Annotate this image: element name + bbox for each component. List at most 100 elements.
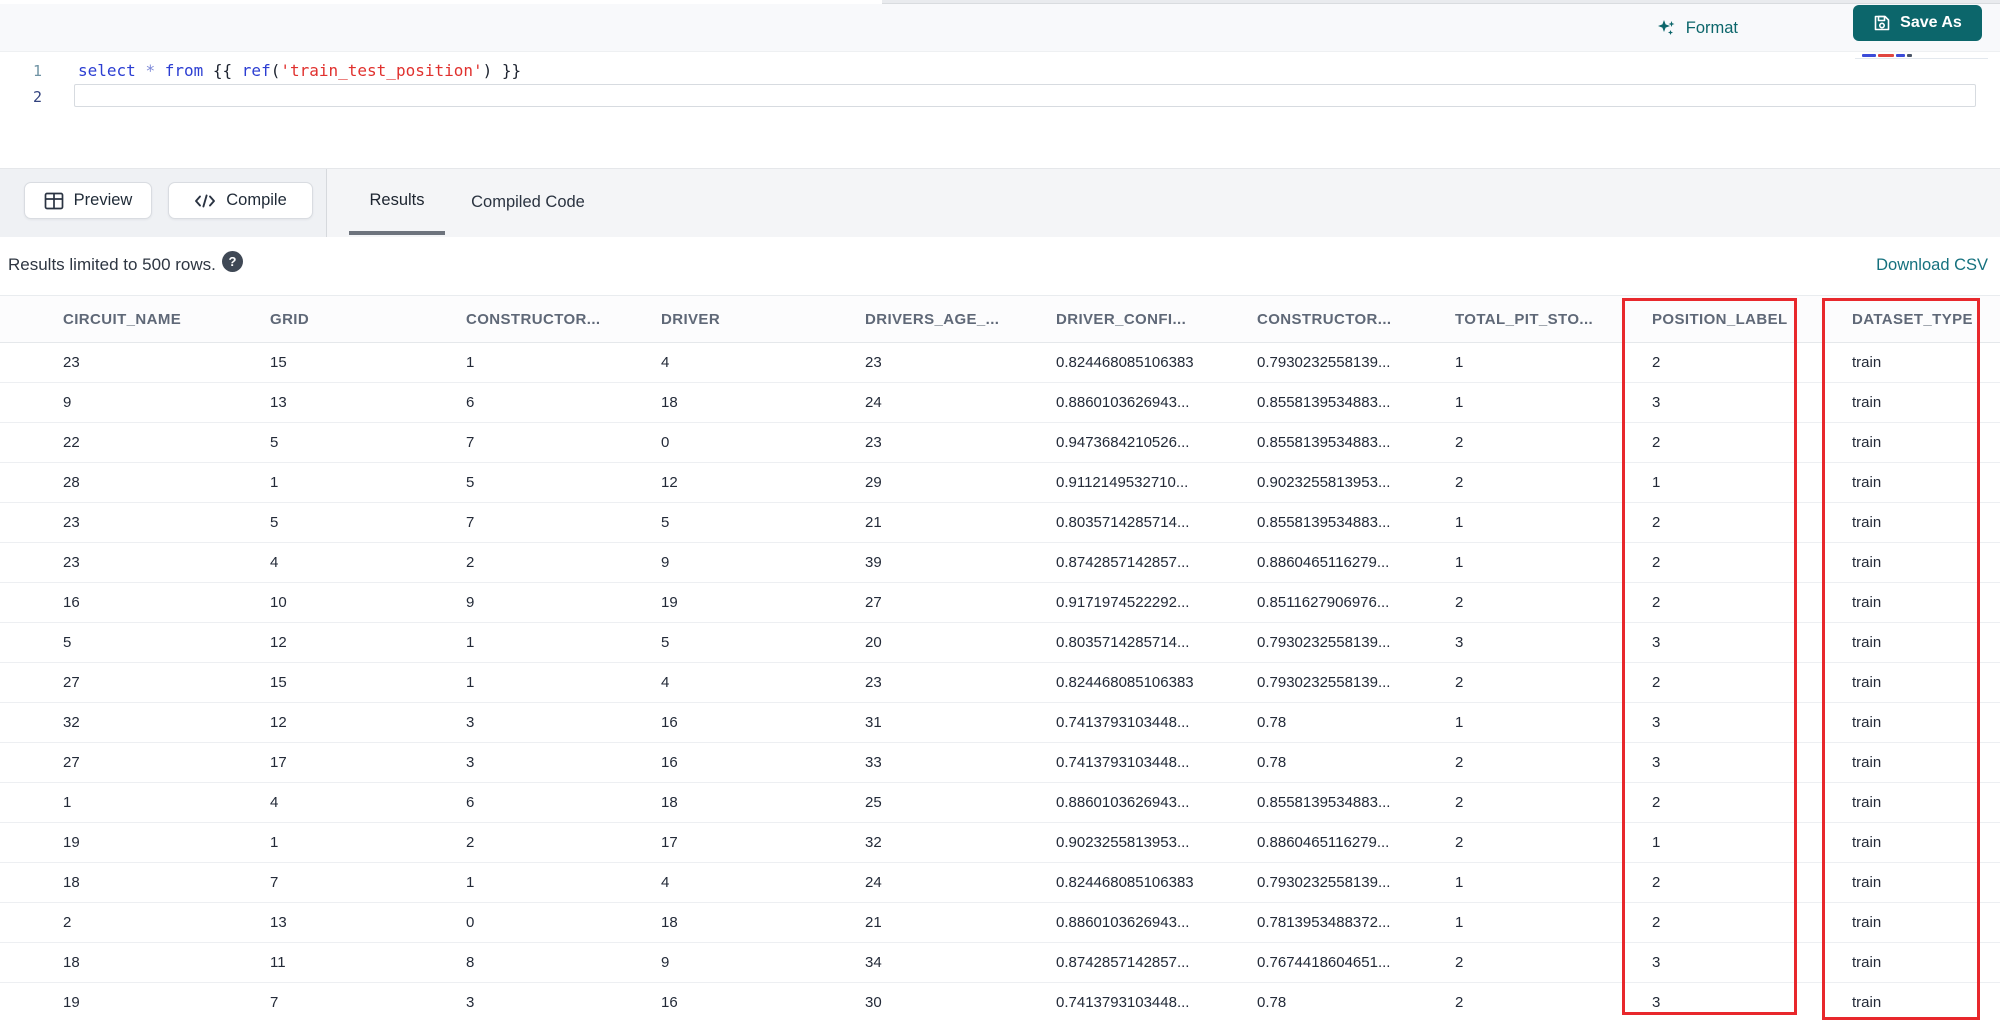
table-grid-icon: [44, 192, 64, 210]
table-cell: 2: [1652, 594, 1661, 611]
row-limit-text: Results limited to 500 rows.: [8, 255, 216, 274]
help-icon[interactable]: ?: [222, 251, 243, 272]
table-cell: 2: [1455, 474, 1464, 491]
table-row: 1 4 6 18 25 0.8860103626943... 0.8558139534883…: [0, 783, 2000, 823]
table-cell: 23: [865, 674, 882, 691]
table-cell: 0: [661, 434, 670, 451]
code-token: ref: [241, 61, 271, 80]
table-cell: 3: [1652, 394, 1661, 411]
column-header: POSITION_LABEL: [1652, 310, 1788, 328]
table-cell: 4: [661, 874, 670, 891]
sparkle-icon: [1656, 18, 1677, 39]
results-meta-bar: Results limited to 500 rows. ? Download …: [0, 237, 2000, 295]
tab-compiled-code[interactable]: Compiled Code: [452, 169, 604, 235]
table-cell: 2: [63, 914, 72, 931]
table-cell: 4: [270, 794, 279, 811]
table-cell: train: [1852, 514, 1882, 531]
table-cell: 0: [466, 914, 475, 931]
table-cell: 22: [63, 434, 80, 451]
format-button[interactable]: Format: [1656, 14, 1738, 42]
editor-toolbar: Format Save As: [0, 4, 2000, 52]
table-cell: 3: [1652, 634, 1661, 651]
table-cell: 13: [270, 914, 287, 931]
table-cell: 24: [865, 874, 882, 891]
table-cell: 2: [1455, 834, 1464, 851]
table-cell: 23: [865, 434, 882, 451]
table-cell: train: [1852, 794, 1882, 811]
table-cell: 0.78: [1257, 714, 1287, 731]
table-cell: train: [1852, 834, 1882, 851]
table-cell: 18: [661, 914, 678, 931]
table-cell: 12: [270, 714, 287, 731]
table-cell: 0.8035714285714...: [1056, 634, 1190, 651]
table-cell: 0.8035714285714...: [1056, 514, 1190, 531]
table-row: 22 5 7 0 23 0.9473684210526... 0.8558139534883…: [0, 423, 2000, 463]
table-cell: 9: [63, 394, 72, 411]
table-cell: 0.8558139534883...: [1257, 394, 1391, 411]
table-cell: 33: [865, 754, 882, 771]
table-cell: 3: [1652, 954, 1661, 971]
sql-editor[interactable]: 1 2 select * from {{ ref('train_test_pos…: [0, 52, 2000, 168]
table-cell: 32: [865, 834, 882, 851]
table-cell: 18: [661, 794, 678, 811]
table-cell: 7: [270, 874, 279, 891]
table-cell: train: [1852, 754, 1882, 771]
table-cell: 0.7930232558139...: [1257, 634, 1391, 651]
table-cell: 0.7674418604651...: [1257, 954, 1391, 971]
table-cell: 9: [661, 954, 670, 971]
column-header: DRIVER_CONFI...: [1056, 310, 1187, 328]
active-line-cursor-box[interactable]: [74, 84, 1976, 107]
table-cell: 12: [661, 474, 678, 491]
table-cell: 18: [63, 954, 80, 971]
table-row: 28 1 5 12 29 0.9112149532710... 0.902325581395…: [0, 463, 2000, 503]
table-cell: 10: [270, 594, 287, 611]
table-cell: 32: [63, 714, 80, 731]
table-row: 19 7 3 16 30 0.7413793103448... 0.78 2 3 train: [0, 983, 2000, 1020]
table-cell: 0.8860465116279...: [1257, 834, 1390, 851]
table-cell: 0.78: [1257, 754, 1287, 771]
table-cell: 0.7813953488372...: [1257, 914, 1391, 931]
table-cell: 2: [1652, 874, 1661, 891]
table-cell: 15: [270, 354, 287, 371]
table-cell: train: [1852, 674, 1882, 691]
table-cell: 5: [63, 634, 72, 651]
table-cell: 0.8558139534883...: [1257, 794, 1391, 811]
column-header: CONSTRUCTOR...: [466, 310, 601, 328]
preview-button[interactable]: Preview: [24, 182, 152, 219]
table-row: 27 17 3 16 33 0.7413793103448... 0.78 2 3 train: [0, 743, 2000, 783]
table-cell: 1: [466, 354, 475, 371]
table-row: 23 5 7 5 21 0.8035714285714... 0.8558139534883…: [0, 503, 2000, 543]
table-cell: 1: [1455, 874, 1464, 891]
table-cell: 4: [661, 674, 670, 691]
table-cell: 19: [661, 594, 678, 611]
table-row: 2 13 0 18 21 0.8860103626943... 0.781395348837…: [0, 903, 2000, 943]
table-cell: 1: [1455, 714, 1464, 731]
column-header: DATASET_TYPE: [1852, 310, 1973, 328]
table-cell: 3: [1652, 714, 1661, 731]
table-row: 16 10 9 19 27 0.9171974522292... 0.85116279069…: [0, 583, 2000, 623]
tab-compiled-code-label: Compiled Code: [471, 192, 585, 211]
table-cell: 39: [865, 554, 882, 571]
download-csv-link[interactable]: Download CSV: [1876, 256, 1988, 275]
compile-button[interactable]: Compile: [168, 182, 313, 219]
table-cell: 0.8511627906976...: [1257, 594, 1390, 611]
table-cell: 2: [1455, 754, 1464, 771]
table-cell: 2: [1652, 914, 1661, 931]
column-header: GRID: [270, 310, 310, 328]
table-cell: train: [1852, 474, 1882, 491]
table-cell: 6: [466, 794, 475, 811]
save-as-button[interactable]: Save As: [1853, 5, 1982, 41]
table-cell: 0.7413793103448...: [1056, 714, 1190, 731]
code-line-1[interactable]: select * from {{ ref('train_test_positio…: [78, 61, 521, 80]
table-cell: 3: [466, 994, 475, 1011]
table-cell: 5: [466, 474, 475, 491]
table-cell: 2: [1455, 594, 1464, 611]
line-number-1: 1: [32, 62, 42, 80]
tab-results[interactable]: Results: [349, 169, 445, 235]
table-cell: 1: [1652, 474, 1661, 491]
table-cell: 2: [1455, 994, 1464, 1011]
code-brackets-icon: [194, 192, 216, 210]
table-cell: 0.78: [1257, 994, 1287, 1011]
table-row: 18 7 1 4 24 0.824468085106383 0.7930232558139.…: [0, 863, 2000, 903]
